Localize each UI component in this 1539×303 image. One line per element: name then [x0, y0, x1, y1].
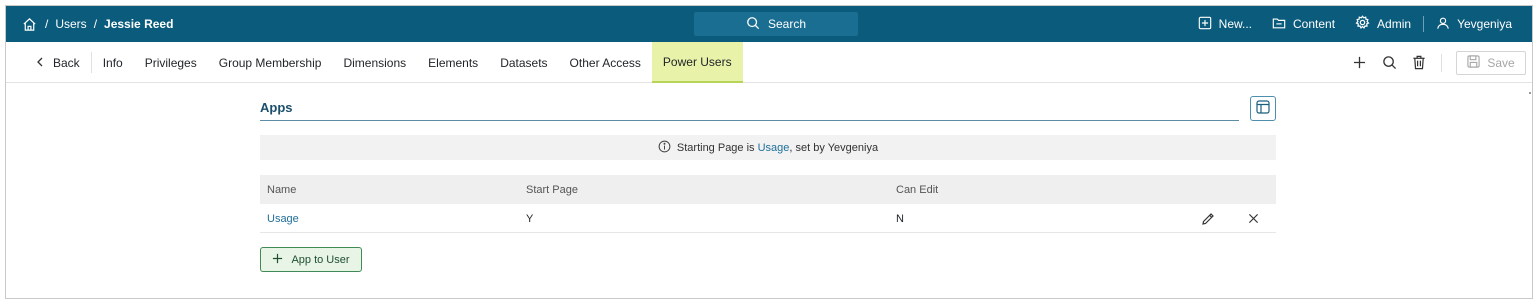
- tab-power-users[interactable]: Power Users: [651, 42, 743, 83]
- search-icon[interactable]: [1381, 55, 1397, 71]
- home-icon[interactable]: [20, 15, 38, 33]
- tab-dimensions[interactable]: Dimensions: [332, 42, 417, 83]
- column-header-can-edit: Can Edit: [896, 183, 939, 196]
- plus-icon: [272, 253, 283, 267]
- info-start-page-link[interactable]: Usage: [758, 142, 790, 154]
- breadcrumb: / Users / Jessie Reed: [20, 6, 173, 42]
- top-divider: [1423, 16, 1425, 32]
- start-page-value: Y: [526, 212, 534, 225]
- breadcrumb-separator: /: [45, 17, 49, 31]
- info-banner: Starting Page is Usage, set by Yevgeniya: [260, 135, 1276, 160]
- tab-privileges[interactable]: Privileges: [134, 42, 208, 83]
- plus-square-icon: [1198, 16, 1212, 33]
- column-header-name: Name: [267, 183, 297, 196]
- tab-info[interactable]: Info: [92, 42, 134, 83]
- add-icon[interactable]: [1351, 55, 1367, 71]
- info-icon: [658, 140, 671, 156]
- back-button[interactable]: Back: [26, 52, 92, 73]
- tab-list: Back Info Privileges Group Membership Di…: [26, 42, 743, 83]
- layout-icon: [1256, 100, 1270, 117]
- tab-bar: Back Info Privileges Group Membership Di…: [6, 42, 1532, 83]
- admin-label: Admin: [1377, 17, 1412, 31]
- tab-group-membership[interactable]: Group Membership: [208, 42, 333, 83]
- info-prefix: Starting Page is: [676, 141, 758, 154]
- user-icon: [1436, 16, 1450, 33]
- user-menu[interactable]: Yevgeniya: [1426, 16, 1522, 33]
- app-window: / Users / Jessie Reed Search New... Cont…: [5, 5, 1533, 299]
- tab-elements[interactable]: Elements: [417, 42, 489, 83]
- section-title: Apps: [260, 100, 293, 115]
- gear-icon: [1355, 15, 1370, 33]
- content-button[interactable]: Content: [1262, 16, 1345, 33]
- table-row: Usage Y N: [260, 204, 1276, 233]
- trash-icon[interactable]: [1411, 55, 1427, 71]
- save-label: Save: [1487, 55, 1515, 70]
- new-label: New...: [1218, 17, 1253, 31]
- tab-datasets[interactable]: Datasets: [489, 42, 558, 83]
- table-header: Name Start Page Can Edit: [260, 175, 1276, 204]
- save-button[interactable]: Save: [1456, 50, 1526, 75]
- back-label: Back: [53, 55, 80, 70]
- add-app-to-user-button[interactable]: App to User: [260, 247, 362, 272]
- new-button[interactable]: New...: [1188, 16, 1262, 33]
- chevron-left-icon: [36, 56, 44, 70]
- close-icon[interactable]: [1245, 204, 1261, 233]
- search-box[interactable]: Search: [694, 12, 858, 36]
- admin-button[interactable]: Admin: [1345, 15, 1421, 33]
- folder-icon: [1272, 16, 1286, 33]
- breadcrumb-users-link[interactable]: Users: [55, 17, 86, 31]
- scrollbar-marker: [1529, 92, 1531, 94]
- search-icon: [746, 16, 760, 33]
- app-name-link[interactable]: Usage: [267, 204, 299, 233]
- user-name: Yevgeniya: [1457, 17, 1512, 31]
- toolbar-actions: Save: [1351, 42, 1526, 83]
- search-label: Search: [767, 17, 807, 31]
- info-suffix: , set by Yevgeniya: [789, 141, 879, 154]
- section-underline: [260, 120, 1239, 121]
- tab-other-access[interactable]: Other Access: [559, 42, 652, 83]
- layout-toggle-button[interactable]: [1250, 96, 1276, 121]
- top-actions: New... Content Admin Yevgeniya: [1188, 6, 1522, 42]
- column-header-start-page: Start Page: [526, 183, 578, 196]
- apps-table: Name Start Page Can Edit Usage Y N: [260, 175, 1276, 233]
- toolbar-divider: [1441, 53, 1442, 72]
- breadcrumb-separator: /: [93, 17, 98, 31]
- save-icon: [1467, 54, 1480, 71]
- content-label: Content: [1293, 17, 1336, 31]
- info-text: Starting Page is Usage, set by Yevgeniya: [677, 142, 878, 154]
- add-button-label: App to User: [291, 253, 350, 266]
- pencil-icon[interactable]: [1200, 204, 1216, 233]
- can-edit-value: N: [896, 212, 904, 225]
- breadcrumb-current: Jessie Reed: [104, 17, 174, 31]
- top-bar: / Users / Jessie Reed Search New... Cont…: [6, 6, 1532, 42]
